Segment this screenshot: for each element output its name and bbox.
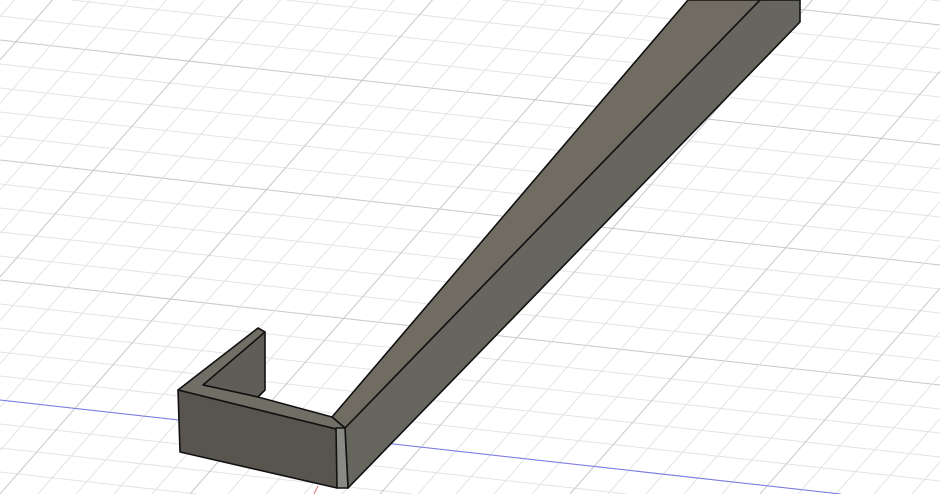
grid-line-horizontal	[0, 39, 940, 146]
grid-line-horizontal	[0, 351, 940, 458]
grid-line-horizontal	[0, 15, 940, 122]
ground-grid	[0, 0, 940, 494]
grid-line-diagonal	[0, 0, 53, 61]
grid-line-diagonal	[683, 201, 940, 494]
grid-line-diagonal	[797, 331, 940, 494]
grid-line-diagonal	[0, 0, 281, 321]
grid-line-horizontal	[0, 471, 198, 494]
grid-line-diagonal	[0, 0, 243, 278]
grid-line-diagonal	[0, 0, 319, 365]
grid-line-horizontal	[0, 111, 940, 218]
extruded-hook-body	[177, 0, 801, 489]
corner-fillet	[335, 427, 349, 489]
grid-line-diagonal	[835, 374, 940, 494]
grid-line-diagonal	[0, 0, 357, 408]
grid-line-diagonal	[645, 157, 940, 494]
arm-side-face	[344, 0, 801, 489]
grid-line-diagonal	[0, 0, 129, 148]
grid-line-diagonal	[0, 0, 205, 234]
grid-line-diagonal	[0, 0, 91, 104]
grid-line-diagonal	[0, 0, 15, 17]
grid-line-diagonal	[0, 0, 167, 191]
grid-line-diagonal	[607, 114, 940, 494]
grid-line-horizontal	[930, 0, 940, 2]
canvas[interactable]	[0, 0, 940, 494]
grid-line-diagonal	[759, 288, 940, 494]
grid-line-horizontal	[0, 159, 940, 266]
grid-line-horizontal	[0, 87, 940, 194]
grid-line-horizontal	[71, 0, 940, 98]
y-axis-line	[313, 485, 319, 494]
3d-viewport[interactable]	[0, 0, 940, 494]
